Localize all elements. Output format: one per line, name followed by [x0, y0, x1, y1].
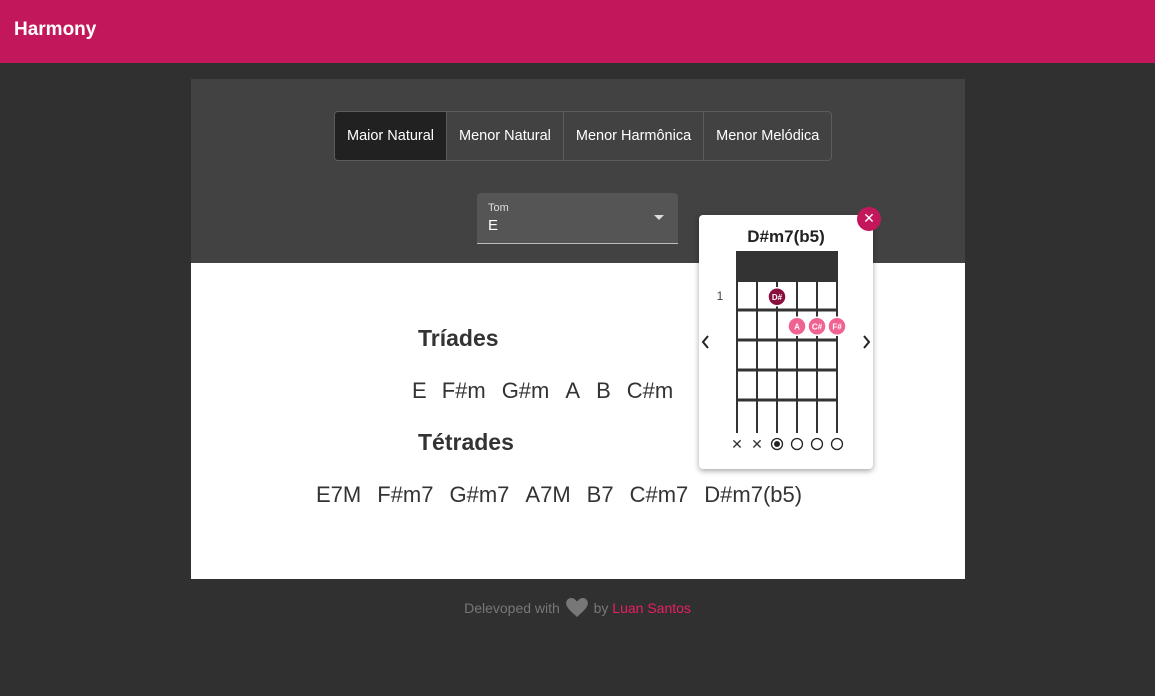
key-select-label: Tom	[488, 202, 509, 214]
chord-item[interactable]: C#m	[627, 378, 673, 404]
scale-type-tabs: Maior Natural Menor Natural Menor Harmôn…	[334, 111, 833, 161]
open-string-icon	[830, 437, 844, 451]
finger-dot-note: C#	[812, 322, 823, 331]
footer-text: Delevoped with	[464, 600, 560, 616]
chord-item[interactable]: E	[412, 378, 427, 404]
chord-diagram: 1 D#A C# F# ✕ ✕	[699, 251, 873, 453]
fret-number: 1	[717, 289, 724, 303]
triads-chord-list: E F#m G#m A B C#m	[412, 378, 673, 404]
heart-icon	[565, 598, 588, 620]
string-status-markers: ✕ ✕	[731, 437, 844, 453]
muted-string-icon: ✕	[731, 437, 743, 453]
chord-item[interactable]: D#m7(b5)	[704, 482, 802, 508]
footer: Delevoped with by Luan Santos	[0, 598, 1155, 620]
fretboard-nut	[736, 251, 838, 282]
muted-string-icon: ✕	[751, 437, 763, 453]
dropdown-arrow-icon	[654, 215, 664, 220]
chord-item[interactable]: E7M	[316, 482, 361, 508]
chord-item[interactable]: F#m7	[377, 482, 433, 508]
chord-item[interactable]: G#m	[502, 378, 550, 404]
chevron-right-icon[interactable]	[859, 331, 873, 353]
chord-item[interactable]: A	[565, 378, 580, 404]
triads-title: Tríades	[418, 325, 499, 351]
chord-item[interactable]: F#m	[442, 378, 486, 404]
finger-dot: F#	[827, 316, 847, 336]
tab-menor-natural[interactable]: Menor Natural	[447, 112, 564, 160]
chord-item[interactable]: B	[596, 378, 611, 404]
open-string-icon	[790, 437, 804, 451]
chord-diagram-popup: D#m7(b5) 1 D# A C# F# ✕ ✕	[699, 215, 873, 469]
app-bar: Harmony	[0, 0, 1155, 63]
tab-menor-melodica[interactable]: Menor Melódica	[704, 112, 831, 160]
finger-dot-note: A	[794, 322, 800, 331]
chevron-left-icon[interactable]	[699, 331, 713, 353]
finger-dot: C#	[807, 316, 827, 336]
chord-item[interactable]: A7M	[525, 482, 570, 508]
root-string-dot	[774, 441, 780, 447]
tab-menor-harmonica[interactable]: Menor Harmônica	[564, 112, 705, 160]
author-link[interactable]: Luan Santos	[612, 600, 691, 616]
open-string-icon	[810, 437, 824, 451]
fretboard-strings	[736, 282, 838, 433]
chord-item[interactable]: G#m7	[450, 482, 510, 508]
chord-item[interactable]: B7	[587, 482, 614, 508]
finger-dot-note: D#	[772, 293, 783, 302]
tab-maior-natural[interactable]: Maior Natural	[335, 112, 448, 160]
tetrads-title: Tétrades	[418, 429, 514, 455]
close-icon[interactable]: ✕	[857, 207, 881, 231]
chord-item[interactable]: C#m7	[630, 482, 689, 508]
tetrads-chord-list: E7M F#m7 G#m7 A7M B7 C#m7 D#m7(b5)	[316, 482, 802, 508]
finger-dot: A	[787, 316, 807, 336]
finger-dot: D#	[767, 287, 787, 307]
key-select-value: E	[488, 217, 499, 234]
finger-dot-note: F#	[832, 322, 842, 331]
footer-by: by	[593, 600, 609, 616]
key-select[interactable]: Tom E	[477, 193, 678, 244]
app-title: Harmony	[14, 19, 97, 40]
